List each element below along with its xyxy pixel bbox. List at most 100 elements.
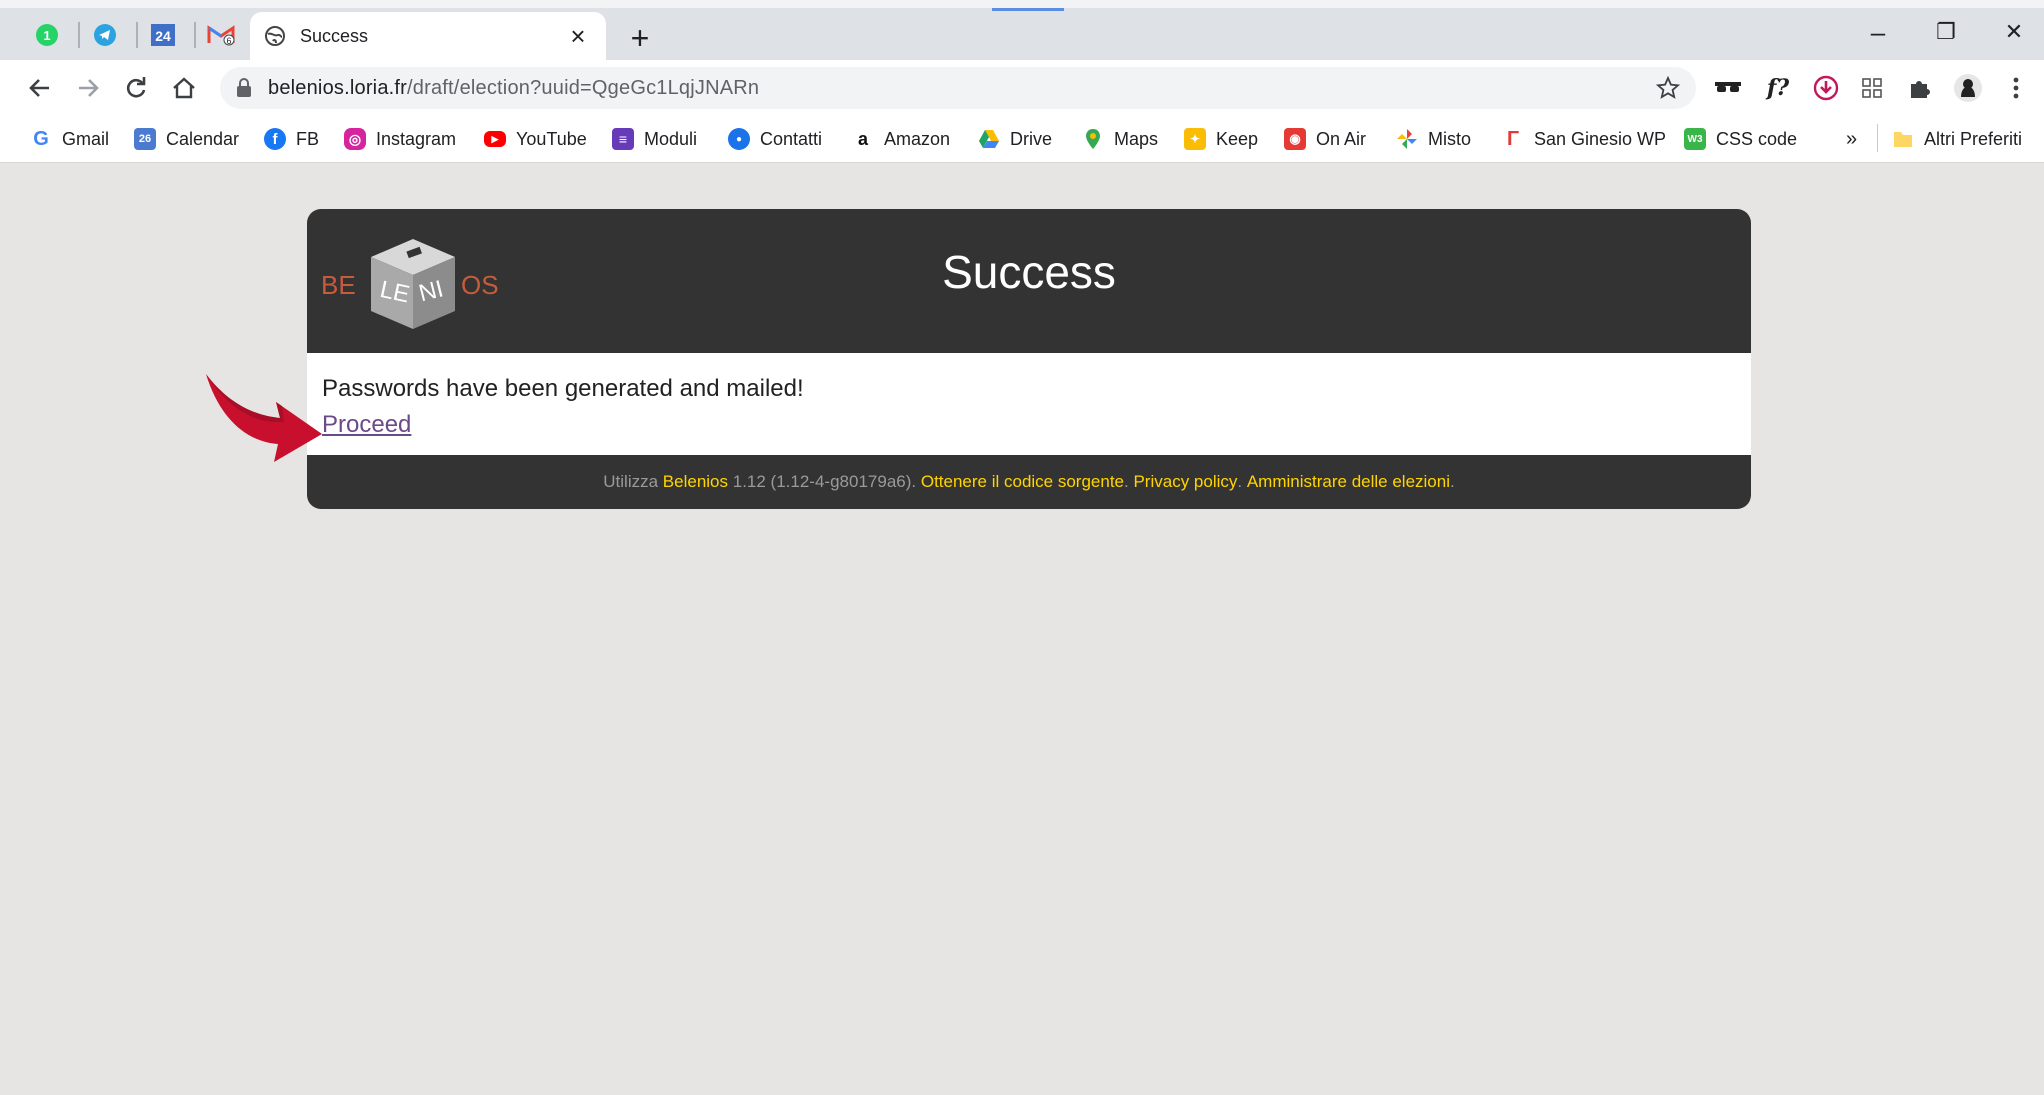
forward-button[interactable] xyxy=(66,66,110,110)
tab-strip: 1 24 6 Success × + – ❐ ✕ xyxy=(0,0,2044,60)
bookmark-keep[interactable]: ✦ Keep xyxy=(1184,123,1258,155)
calendar-24-icon: 24 xyxy=(151,24,175,46)
profile-button[interactable] xyxy=(1948,68,1988,108)
bookmark-label: Altri Preferiti xyxy=(1924,128,2023,149)
svg-text:6: 6 xyxy=(226,36,231,46)
close-window-button[interactable]: ✕ xyxy=(1984,12,2044,52)
bookmark-maps[interactable]: Maps xyxy=(1082,123,1158,155)
pinned-tab-telegram[interactable] xyxy=(86,17,124,53)
new-tab-button[interactable]: + xyxy=(620,18,660,58)
close-tab-icon[interactable]: × xyxy=(564,21,592,52)
reload-button[interactable] xyxy=(114,66,158,110)
bookmark-drive[interactable]: Drive xyxy=(978,123,1052,155)
active-tab[interactable]: Success × xyxy=(250,12,606,60)
contacts-icon: ● xyxy=(728,128,750,150)
bookmark-fb[interactable]: f FB xyxy=(264,123,319,155)
forms-icon: ≡ xyxy=(612,128,634,150)
bookmark-label: Moduli xyxy=(644,128,698,149)
drive-icon xyxy=(979,130,999,148)
telegram-icon xyxy=(94,24,116,46)
bookmark-altri-preferiti[interactable]: Altri Preferiti xyxy=(1892,123,2022,155)
extension-download[interactable] xyxy=(1806,68,1846,108)
extension-grid[interactable] xyxy=(1852,68,1892,108)
download-icon xyxy=(1813,75,1839,101)
bookmark-misto[interactable]: Misto xyxy=(1396,123,1471,155)
pinwheel-icon xyxy=(1397,129,1417,149)
folder-icon xyxy=(1894,132,1912,147)
bookmark-gmail[interactable]: G Gmail xyxy=(30,123,109,155)
tab-title: Success xyxy=(300,25,369,46)
extension-formula[interactable]: f? xyxy=(1758,68,1798,108)
extensions-button[interactable] xyxy=(1900,68,1940,108)
bookmark-label: Maps xyxy=(1114,128,1159,149)
bookmark-css-code[interactable]: W3 CSS code xyxy=(1684,123,1797,155)
back-button[interactable] xyxy=(18,66,62,110)
card-body: Passwords have been generated and mailed… xyxy=(307,353,1751,455)
tab-strip-top xyxy=(0,0,2044,8)
address-bar[interactable]: belenios.loria.fr/draft/election?uuid=Qg… xyxy=(220,67,1696,109)
restore-button[interactable]: ❐ xyxy=(1916,12,1976,52)
glasses-icon xyxy=(1715,82,1741,92)
pinned-tab-calendar-24[interactable]: 24 xyxy=(144,17,182,53)
formula-icon: f? xyxy=(1766,75,1790,101)
bookmark-on-air[interactable]: ◉ On Air xyxy=(1284,123,1366,155)
code-icon: W3 xyxy=(1684,128,1706,150)
content-card: BE LE NI OS Success Passwords have been … xyxy=(307,209,1751,509)
arrow-right-icon xyxy=(79,79,99,97)
bookmark-moduli[interactable]: ≡ Moduli xyxy=(612,123,697,155)
facebook-icon: f xyxy=(264,128,286,150)
bookmark-youtube[interactable]: ▶ YouTube xyxy=(484,123,587,155)
footer-admin-link[interactable]: Amministrare delle elezioni xyxy=(1247,472,1450,492)
bookmarks-overflow-button[interactable]: » xyxy=(1846,123,1857,155)
arrow-left-icon xyxy=(29,79,49,97)
footer-source-link[interactable]: Ottenere il codice sorgente xyxy=(921,472,1124,492)
kebab-menu-icon xyxy=(2013,77,2019,99)
on-air-icon: ◉ xyxy=(1284,128,1306,150)
youtube-icon: ▶ xyxy=(484,131,506,147)
google-icon: G xyxy=(33,127,49,150)
page-title: Success xyxy=(942,246,1116,298)
bookmark-san-ginesio-wp[interactable]: Γ San Ginesio WP xyxy=(1502,123,1666,155)
bookmarks-separator xyxy=(1877,124,1878,152)
url-host: belenios.loria.fr xyxy=(268,76,408,99)
bookmark-label: CSS code xyxy=(1716,128,1798,149)
proceed-link[interactable]: Proceed xyxy=(322,411,411,438)
home-button[interactable] xyxy=(162,66,206,110)
page-footer: Utilizza Belenios 1.12 (1.12-4-g80179a6)… xyxy=(307,455,1751,509)
bookmark-label: Contatti xyxy=(760,128,823,149)
bookmark-label: Drive xyxy=(1010,128,1053,149)
annotation-arrow-icon xyxy=(206,374,322,462)
tab-separator xyxy=(78,22,80,48)
reload-icon xyxy=(126,77,146,98)
pinned-tab-gmail[interactable]: 6 xyxy=(202,17,240,53)
svg-text:24: 24 xyxy=(155,28,171,44)
whatsapp-icon: 1 xyxy=(36,24,58,46)
bookmark-calendar[interactable]: 26 Calendar xyxy=(134,123,239,155)
pinned-tab-whatsapp[interactable]: 1 xyxy=(28,17,66,53)
bookmark-label: San Ginesio WP xyxy=(1534,128,1667,149)
minimize-button[interactable]: – xyxy=(1848,12,1908,52)
tab-separator xyxy=(136,22,138,48)
footer-app-link[interactable]: Belenios xyxy=(663,472,728,492)
bookmark-label: On Air xyxy=(1316,128,1367,149)
bookmark-label: Calendar xyxy=(166,128,240,149)
bookmark-label: Amazon xyxy=(884,128,951,149)
footer-privacy-link[interactable]: Privacy policy xyxy=(1133,472,1237,492)
url-path: /draft/election?uuid=QgeGc1LqjJNARn xyxy=(407,76,760,99)
url-text[interactable]: belenios.loria.fr/draft/election?uuid=Qg… xyxy=(268,77,1656,100)
bookmark-amazon[interactable]: a Amazon xyxy=(852,123,950,155)
bookmark-contatti[interactable]: ● Contatti xyxy=(728,123,822,155)
bookmark-label: Keep xyxy=(1216,128,1259,149)
menu-button[interactable] xyxy=(1996,68,2036,108)
instagram-icon: ◎ xyxy=(344,128,366,150)
bookmark-instagram[interactable]: ◎ Instagram xyxy=(344,123,456,155)
bookmark-label: Gmail xyxy=(62,128,110,149)
browser-toolbar: belenios.loria.fr/draft/election?uuid=Qg… xyxy=(0,60,2044,115)
bookmark-label: Instagram xyxy=(376,128,457,149)
puzzle-icon xyxy=(1911,81,1930,98)
amazon-icon: a xyxy=(852,128,874,150)
keep-icon: ✦ xyxy=(1184,128,1206,150)
star-icon[interactable] xyxy=(1656,76,1680,100)
bookmark-label: FB xyxy=(296,128,320,149)
extension-glasses[interactable] xyxy=(1708,68,1748,108)
